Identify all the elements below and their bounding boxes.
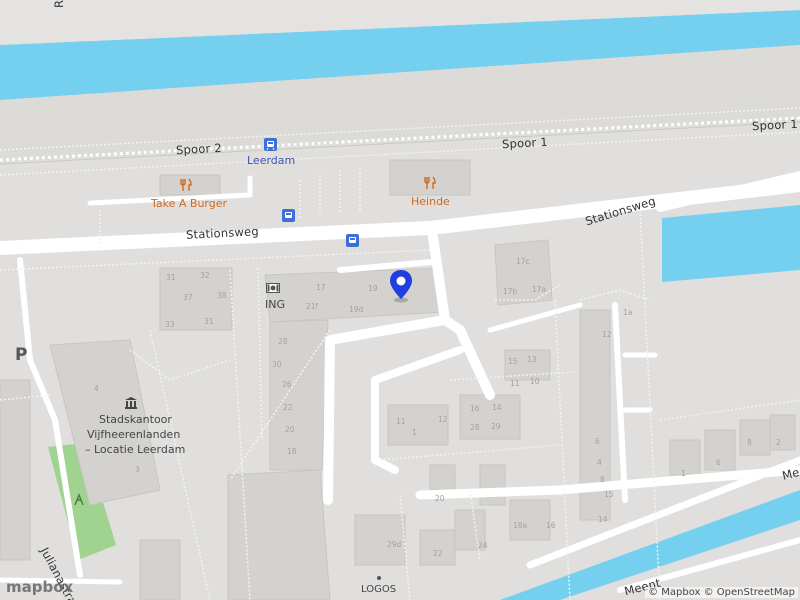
location-pin-icon[interactable] [388,269,414,303]
house-number: 11 [510,379,520,388]
house-number: 29d [387,540,402,549]
house-number: 16 [470,404,480,413]
house-number: 31 [166,273,176,282]
bus-stop-icon[interactable] [282,209,295,222]
house-number: 4 [94,384,99,393]
house-number: 13 [527,355,537,364]
road-label-spoor-1-b: Spoor 1 [751,116,799,134]
house-number: 30 [272,360,282,369]
house-number: 12 [602,330,612,339]
restaurant-icon[interactable] [424,176,436,190]
poi-label-ing[interactable]: ING [265,298,285,311]
house-number: 31 [204,317,214,326]
house-number: 20 [285,425,295,434]
restaurant-icon[interactable] [180,178,192,192]
poi-label-stadskantoor-line3[interactable]: – Locatie Leerdam [85,443,185,456]
house-number: 4 [597,458,602,467]
house-number: 3 [135,465,140,474]
house-number: 24 [478,541,488,550]
house-number: 8 [600,475,605,484]
station-label-leerdam[interactable]: Leerdam [247,154,295,167]
poi-label-heinde[interactable]: Heinde [411,195,450,208]
house-number: 8 [747,438,752,447]
poi-label-take-a-burger[interactable]: Take A Burger [151,197,227,210]
house-number: 32 [200,271,210,280]
house-number: 19 [368,284,378,293]
mapbox-logo[interactable]: mapbox [6,578,73,596]
map-canvas[interactable]: Roel Spoor 2 Spoor 1 Spoor 1 Stationsweg… [0,0,800,600]
road-label-spoor-2: Spoor 2 [175,140,223,158]
house-number: 16 [546,521,556,530]
house-number: 6 [716,458,721,467]
house-number: 22 [283,403,293,412]
map-attribution[interactable]: © Mapbox © OpenStreetMap [645,587,798,598]
road-label-spoor-1-a: Spoor 1 [501,134,549,152]
house-number: 12 [438,415,448,424]
road-label-roel: Roel [52,0,66,8]
house-number: 6 [595,437,600,446]
bank-atm-icon[interactable] [266,283,280,293]
house-number: 28 [278,337,288,346]
house-number: 33 [165,320,175,329]
house-number: 18 [287,447,297,456]
playground-icon [73,492,85,506]
poi-label-stadskantoor-line2[interactable]: Vijfheerenlanden [87,428,180,441]
house-number: 15 [508,357,518,366]
house-number: 20 [435,494,445,503]
house-number: 17 [316,283,326,292]
house-number: 21f [306,302,319,311]
house-number: 26 [282,380,292,389]
house-number: 1 [412,428,417,437]
house-number: 1 [681,469,686,478]
house-number: 38 [217,291,227,300]
house-number: 17c [516,257,530,266]
house-number: 22 [433,549,443,558]
house-number: 2 [776,438,781,447]
house-number: 1a [623,308,633,317]
house-number: 17b [503,287,518,296]
house-number: 14 [598,515,608,524]
town-hall-icon[interactable] [124,396,138,410]
parking-icon[interactable]: P [15,345,27,365]
house-number: 14 [492,403,502,412]
house-number: 28 [470,423,480,432]
house-number: 18a [513,521,528,530]
house-number: 29 [491,422,501,431]
bus-stop-icon[interactable] [346,234,359,247]
house-number: 15 [604,490,614,499]
train-station-icon[interactable] [264,138,277,151]
house-number: 10 [530,377,540,386]
house-number: 37 [183,293,193,302]
poi-label-stadskantoor-line1[interactable]: Stadskantoor [99,413,172,426]
poi-dot [377,576,381,580]
house-number: 17a [532,285,547,294]
house-number: 11 [396,417,406,426]
poi-label-logos[interactable]: LOGOS [361,584,396,595]
house-number: 19d [349,305,364,314]
